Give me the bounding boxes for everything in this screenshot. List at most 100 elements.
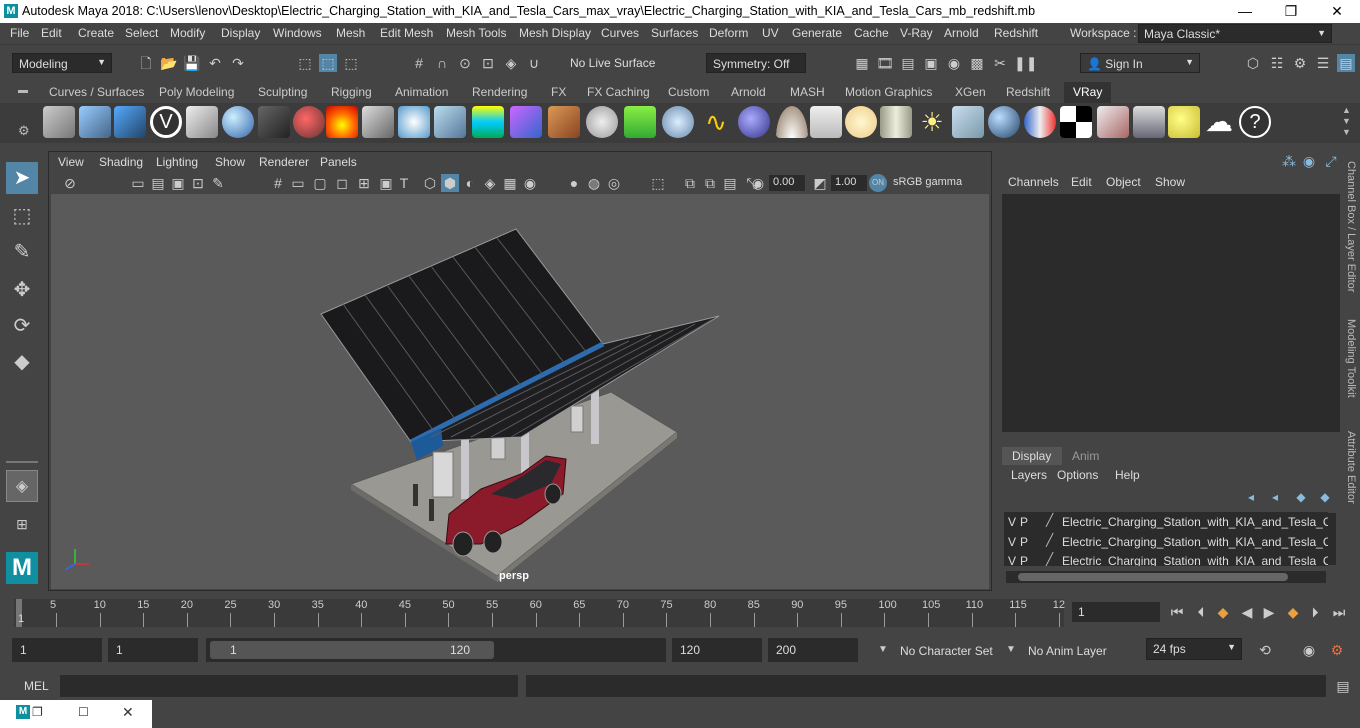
safe-action-icon[interactable]: ▣: [377, 174, 395, 192]
menu-display[interactable]: Display: [221, 26, 260, 40]
snap-point-icon[interactable]: ⊙: [456, 54, 474, 72]
vray-curve-icon[interactable]: ∿: [700, 106, 732, 138]
gamma-field[interactable]: 1.00: [831, 175, 867, 191]
shelf-scroll-icon[interactable]: ▲ ▼ ▼: [1342, 105, 1351, 138]
menu-file[interactable]: File: [10, 26, 29, 40]
gate-mask-icon[interactable]: ◻: [333, 174, 351, 192]
shadows-icon[interactable]: ◉: [521, 174, 539, 192]
ambient-occlusion-icon[interactable]: ●: [565, 174, 583, 192]
2d-pan-zoom-icon[interactable]: ⊡: [189, 174, 207, 192]
scale-tool-icon[interactable]: ◆: [6, 346, 38, 378]
render-frame-icon[interactable]: 🎞: [876, 54, 894, 72]
menu-generate[interactable]: Generate: [792, 26, 842, 40]
shelf-tab-poly-modeling[interactable]: Poly Modeling: [159, 85, 234, 99]
layer-playback-toggle[interactable]: P: [1020, 515, 1028, 529]
layer-name[interactable]: Electric_Charging_Station_with_KIA_and_T…: [1062, 515, 1328, 529]
shelf-settings-icon[interactable]: ⚙: [18, 123, 30, 139]
textured-icon[interactable]: ◈: [481, 174, 499, 192]
isolate-select-icon[interactable]: ⬚: [649, 174, 667, 192]
vray-grid-sphere-icon[interactable]: [586, 106, 618, 138]
channels-menu-channels[interactable]: Channels: [1008, 175, 1059, 189]
film-gate-icon[interactable]: ▭: [289, 174, 307, 192]
layer-hscrollbar[interactable]: [1006, 571, 1326, 583]
menu-modify[interactable]: Modify: [170, 26, 205, 40]
attribute-editor-icon[interactable]: ☷: [1268, 54, 1286, 72]
mel-label[interactable]: MEL: [24, 679, 49, 693]
vray-settings-window-icon[interactable]: [1133, 106, 1165, 138]
menu-mesh-display[interactable]: Mesh Display: [519, 26, 591, 40]
channels-menu-object[interactable]: Object: [1106, 175, 1141, 189]
anti-aliasing-icon[interactable]: ◎: [605, 174, 623, 192]
vray-env-icon[interactable]: [738, 106, 770, 138]
close-icon[interactable]: ✕: [122, 704, 134, 721]
fps-dropdown[interactable]: 24 fps ▼: [1146, 638, 1242, 660]
vray-sphere-shader-icon[interactable]: [988, 106, 1020, 138]
xray-joints-icon[interactable]: ⧉: [701, 174, 719, 192]
menu-cache[interactable]: Cache: [854, 26, 889, 40]
vray-rect-light-icon[interactable]: [952, 106, 984, 138]
shelf-tab-rigging[interactable]: Rigging: [331, 85, 372, 99]
snap-view-icon[interactable]: ⊡: [479, 54, 497, 72]
channel-list[interactable]: [1002, 194, 1340, 432]
vray-render-settings-icon[interactable]: [43, 106, 75, 138]
render-settings-icon[interactable]: ▣: [922, 54, 940, 72]
shelf-tab-rendering[interactable]: Rendering: [472, 85, 527, 99]
channel-box-float-icon[interactable]: ⤢: [1322, 152, 1340, 170]
new-layer-icon[interactable]: ◆: [1292, 488, 1310, 506]
layer-editor-icon[interactable]: ▤: [1337, 54, 1355, 72]
shelf-tab-sculpting[interactable]: Sculpting: [258, 85, 307, 99]
vray-dome-icon[interactable]: [398, 106, 430, 138]
vray-fire-icon[interactable]: [326, 106, 358, 138]
vray-texture-icon[interactable]: [548, 106, 580, 138]
move-tool-icon[interactable]: ✥: [6, 274, 38, 306]
character-set-label[interactable]: No Character Set: [900, 644, 993, 658]
live-surface-field[interactable]: No Live Surface: [564, 53, 676, 73]
select-component-icon[interactable]: ⬚: [342, 54, 360, 72]
render-view-icon[interactable]: ▩: [968, 54, 986, 72]
step-forward-key-icon[interactable]: ⏵: [1306, 603, 1324, 621]
layer-name[interactable]: Electric_Charging_Station_with_KIA_and_T…: [1062, 554, 1328, 566]
exposure-reset-icon[interactable]: ◉: [749, 174, 767, 192]
snap-grid-icon[interactable]: #: [410, 54, 428, 72]
vray-cone-light-icon[interactable]: [434, 106, 466, 138]
menu-mesh-tools[interactable]: Mesh Tools: [446, 26, 506, 40]
loop-icon[interactable]: ⟲: [1256, 641, 1274, 659]
color-management-icon[interactable]: ON: [869, 174, 887, 192]
layer-visibility-toggle[interactable]: V: [1008, 515, 1016, 529]
layer-playback-toggle[interactable]: P: [1020, 535, 1028, 549]
restore-icon[interactable]: ❐: [32, 705, 43, 719]
select-object-icon[interactable]: ⬚: [319, 54, 337, 72]
vray-logo-icon[interactable]: V: [150, 106, 182, 138]
channel-box-toggle-icon[interactable]: ◉: [1300, 152, 1318, 170]
pause-icon[interactable]: ❚❚: [1014, 54, 1037, 72]
layer-color-icon[interactable]: ╱: [1046, 552, 1053, 566]
animation-end-field[interactable]: 200: [768, 638, 858, 662]
shelf-tab-animation[interactable]: Animation: [395, 85, 448, 99]
new-layer-selected-icon[interactable]: ◆: [1316, 488, 1334, 506]
step-back-frame-icon[interactable]: ◆: [1214, 603, 1232, 621]
camera-select-icon[interactable]: ⊘: [61, 174, 79, 192]
menu-edit[interactable]: Edit: [41, 26, 62, 40]
current-frame-field[interactable]: 1: [1072, 602, 1160, 622]
menu-vray[interactable]: V-Ray: [900, 26, 933, 40]
chevron-down-icon[interactable]: ▼: [1002, 641, 1020, 659]
move-layer-up-icon[interactable]: ◂: [1242, 488, 1260, 506]
step-forward-frame-icon[interactable]: ◆: [1284, 603, 1302, 621]
layer-row[interactable]: V P ╱ Electric_Charging_Station_with_KIA…: [1004, 552, 1328, 566]
new-scene-icon[interactable]: 🗋: [137, 54, 155, 72]
minimized-window[interactable]: M ❐ ☐ ✕: [0, 700, 152, 728]
script-editor-icon[interactable]: ▤: [1334, 677, 1352, 695]
menu-curves[interactable]: Curves: [601, 26, 639, 40]
layer-hscroll-thumb[interactable]: [1018, 573, 1288, 581]
layers-menu-help[interactable]: Help: [1115, 468, 1140, 482]
menu-surfaces[interactable]: Surfaces: [651, 26, 698, 40]
sign-in-button[interactable]: 👤 Sign In ▼: [1080, 53, 1200, 73]
maximize-button[interactable]: ❐: [1268, 0, 1314, 23]
go-to-end-icon[interactable]: ⏭: [1330, 603, 1348, 621]
hypershade-icon[interactable]: ◉: [945, 54, 963, 72]
resolution-gate-icon[interactable]: ▢: [311, 174, 329, 192]
save-scene-icon[interactable]: 💾: [183, 54, 201, 72]
shelf-tab-redshift[interactable]: Redshift: [1006, 85, 1050, 99]
lasso-tool-icon[interactable]: ⬚: [6, 200, 38, 232]
vray-scene-icon[interactable]: [114, 106, 146, 138]
